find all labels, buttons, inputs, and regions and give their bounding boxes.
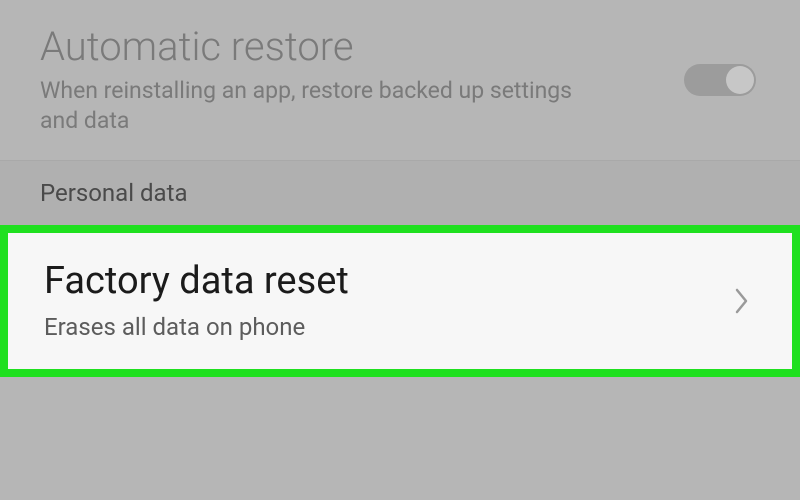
- empty-space: [0, 377, 800, 457]
- factory-data-reset-subtitle: Erases all data on phone: [44, 313, 714, 341]
- chevron-right-icon: [734, 287, 750, 315]
- automatic-restore-subtitle: When reinstalling an app, restore backed…: [40, 76, 600, 136]
- automatic-restore-title: Automatic restore: [40, 24, 644, 70]
- factory-data-reset-row[interactable]: Factory data reset Erases all data on ph…: [8, 233, 792, 369]
- highlight-frame: Factory data reset Erases all data on ph…: [0, 225, 800, 377]
- automatic-restore-text: Automatic restore When reinstalling an a…: [40, 24, 684, 136]
- section-header-personal-data: Personal data: [0, 161, 800, 225]
- toggle-knob: [726, 66, 754, 94]
- factory-data-reset-text: Factory data reset Erases all data on ph…: [44, 261, 714, 341]
- settings-screen: Automatic restore When reinstalling an a…: [0, 0, 800, 500]
- factory-data-reset-title: Factory data reset: [44, 261, 714, 303]
- automatic-restore-toggle[interactable]: [684, 64, 756, 96]
- automatic-restore-row[interactable]: Automatic restore When reinstalling an a…: [0, 0, 800, 161]
